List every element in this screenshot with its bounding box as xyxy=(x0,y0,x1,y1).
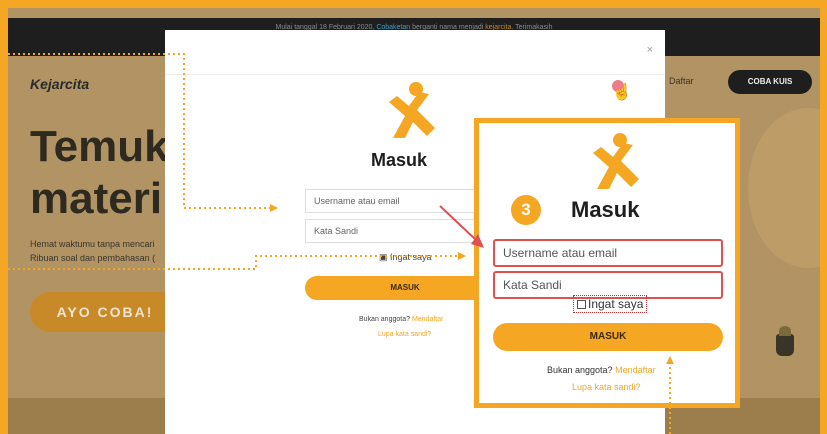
connector-remember xyxy=(8,255,458,270)
arrow-icon xyxy=(458,252,466,260)
connector-username xyxy=(8,53,270,209)
arrow-icon xyxy=(666,356,674,364)
annotation-overlay xyxy=(8,53,674,434)
arrow-icon xyxy=(270,204,278,212)
screenshot-frame: Mulai tanggal 18 Februari 2020, Cobaketa… xyxy=(8,8,820,434)
red-pointer-line xyxy=(439,205,477,241)
